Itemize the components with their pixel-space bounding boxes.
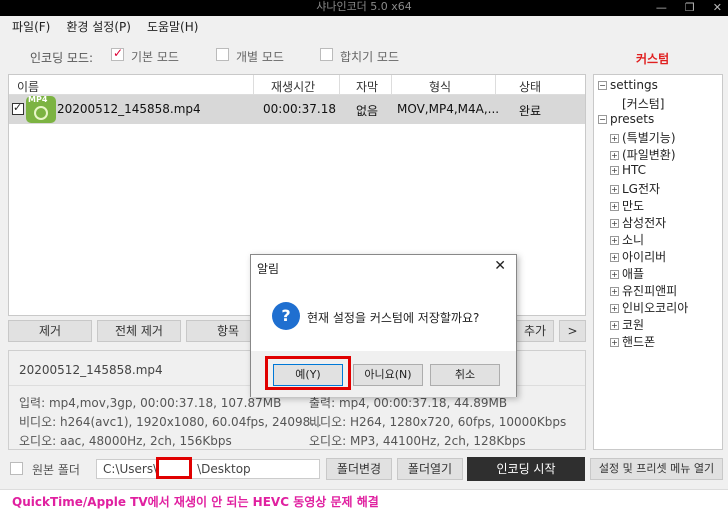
tree-preset-item[interactable]: + 만도 xyxy=(610,197,644,214)
col-status[interactable]: 상태 xyxy=(519,78,541,95)
minimize-button[interactable]: — xyxy=(656,1,667,15)
tree-preset-item[interactable]: + 핸드폰 xyxy=(610,333,655,350)
tree-preset-item[interactable]: + 인비오코리아 xyxy=(610,299,688,316)
file-list-header: 이름 재생시간 자막 형식 상태 xyxy=(9,75,585,95)
tree-preset-item[interactable]: + 유진피앤피 xyxy=(610,282,677,299)
menu-settings[interactable]: 환경 설정(P) xyxy=(66,16,131,38)
tree-preset-item[interactable]: + 삼성전자 xyxy=(610,214,666,231)
question-icon: ? xyxy=(272,302,300,330)
menu-bar: 파일(F) 환경 설정(P) 도움말(H) xyxy=(0,16,728,38)
tree-preset-item[interactable]: + 애플 xyxy=(610,265,644,282)
tree-preset-item[interactable]: + LG전자 xyxy=(610,180,660,197)
info-video-in: 비디오: h264(avc1), 1920x1080, 60.04fps, 24… xyxy=(19,415,322,429)
highlight-box xyxy=(265,356,351,390)
encoding-mode-label: 인코딩 모드: xyxy=(30,51,94,65)
tree-presets[interactable]: − presets xyxy=(598,112,654,126)
title-bar: 샤나인코더 5.0 x64 — ❐ ✕ xyxy=(0,0,728,16)
basic-mode-checkbox[interactable] xyxy=(111,46,124,61)
tree-settings[interactable]: − settings xyxy=(598,78,658,92)
row-status: 완료 xyxy=(519,104,542,118)
no-button[interactable]: 아니요(N) xyxy=(353,364,423,386)
tree-preset-item[interactable]: + (파일변환) xyxy=(610,146,676,163)
add-button[interactable]: 추가 xyxy=(516,320,554,342)
encoding-mode-bar: 인코딩 모드: 기본 모드 개별 모드 합치기 모드 xyxy=(0,42,728,70)
remove-all-button[interactable]: 전체 제거 xyxy=(97,320,181,342)
change-folder-button[interactable]: 폴더변경 xyxy=(326,458,392,480)
tree-custom[interactable]: [커스텀] xyxy=(622,95,664,112)
start-encoding-button[interactable]: 인코딩 시작 xyxy=(467,457,585,481)
dialog-message: 현재 설정을 커스텀에 저장할까요? xyxy=(307,311,480,325)
info-audio-out: 오디오: MP3, 44100Hz, 2ch, 128Kbps xyxy=(309,434,526,448)
settings-menu-button[interactable]: 설정 및 프리셋 메뉴 열기 xyxy=(590,458,723,480)
cancel-button[interactable]: 취소 xyxy=(430,364,500,386)
source-folder-checkbox[interactable] xyxy=(10,462,23,475)
basic-mode-label[interactable]: 기본 모드 xyxy=(131,48,179,65)
individual-mode-checkbox[interactable] xyxy=(216,48,229,61)
dialog-footer: 예(Y) 아니요(N) 취소 xyxy=(251,351,516,397)
status-link[interactable]: QuickTime/Apple TV에서 재생이 안 되는 HEVC 동영상 문… xyxy=(12,493,379,510)
dialog-close-button[interactable]: ✕ xyxy=(494,258,506,274)
custom-label: 커스텀 xyxy=(636,52,670,66)
status-bar: QuickTime/Apple TV에서 재생이 안 되는 HEVC 동영상 문… xyxy=(0,489,728,512)
source-folder-label[interactable]: 원본 폴더 xyxy=(32,461,80,478)
info-audio-in: 오디오: aac, 48000Hz, 2ch, 156Kbps xyxy=(19,434,232,448)
individual-mode-label[interactable]: 개별 모드 xyxy=(236,48,284,65)
window-title: 샤나인코더 5.0 x64 xyxy=(316,0,412,13)
info-input: 입력: mp4,mov,3gp, 00:00:37.18, 107.87MB xyxy=(19,396,282,410)
info-video-out: 비디오: H264, 1280x720, 60fps, 10000Kbps xyxy=(309,415,567,429)
col-format[interactable]: 형식 xyxy=(429,78,451,95)
redaction-box xyxy=(156,457,192,479)
row-name: 20200512_145858.mp4 xyxy=(57,102,201,116)
table-row[interactable]: MP4 20200512_145858.mp4 00:00:37.18 없음 M… xyxy=(9,95,585,124)
output-path-field[interactable]: C:\Users\ \Desktop xyxy=(96,459,320,479)
tree-preset-item[interactable]: + 소니 xyxy=(610,231,644,248)
info-filename: 20200512_145858.mp4 xyxy=(19,363,163,377)
tree-preset-item[interactable]: + 코원 xyxy=(610,316,644,333)
row-format: MOV,MP4,M4A,... xyxy=(397,102,500,116)
col-subtitle[interactable]: 자막 xyxy=(356,78,378,95)
bottom-bar: 원본 폴더 C:\Users\ \Desktop 폴더변경 폴더열기 인코딩 시작… xyxy=(0,456,728,482)
dialog-title: 알림 xyxy=(257,262,280,276)
tree-preset-item[interactable]: + 아이리버 xyxy=(610,248,666,265)
tree-preset-item[interactable]: + HTC xyxy=(610,163,646,177)
remove-button[interactable]: 제거 xyxy=(8,320,92,342)
row-subtitle: 없음 xyxy=(356,104,379,118)
maximize-button[interactable]: ❐ xyxy=(685,1,695,15)
menu-help[interactable]: 도움말(H) xyxy=(147,16,199,38)
tree-preset-item[interactable]: + (특별기능) xyxy=(610,129,676,146)
confirm-dialog: 알림 ✕ ? 현재 설정을 커스텀에 저장할까요? 예(Y) 아니요(N) 취소 xyxy=(250,254,517,397)
merge-mode-label[interactable]: 합치기 모드 xyxy=(340,48,399,65)
close-button[interactable]: ✕ xyxy=(713,1,722,15)
col-name[interactable]: 이름 xyxy=(17,78,39,95)
preset-tree[interactable]: − settings [커스텀] − presets + (특별기능) + (파일변환) +… xyxy=(593,74,723,450)
row-duration: 00:00:37.18 xyxy=(263,102,336,116)
menu-file[interactable]: 파일(F) xyxy=(12,16,50,38)
row-checkbox[interactable] xyxy=(12,101,24,115)
mp4-file-icon: MP4 xyxy=(26,95,56,123)
more-button[interactable]: > xyxy=(559,320,586,342)
open-folder-button[interactable]: 폴더열기 xyxy=(397,458,463,480)
merge-mode-checkbox[interactable] xyxy=(320,48,333,61)
col-duration[interactable]: 재생시간 xyxy=(271,78,315,95)
